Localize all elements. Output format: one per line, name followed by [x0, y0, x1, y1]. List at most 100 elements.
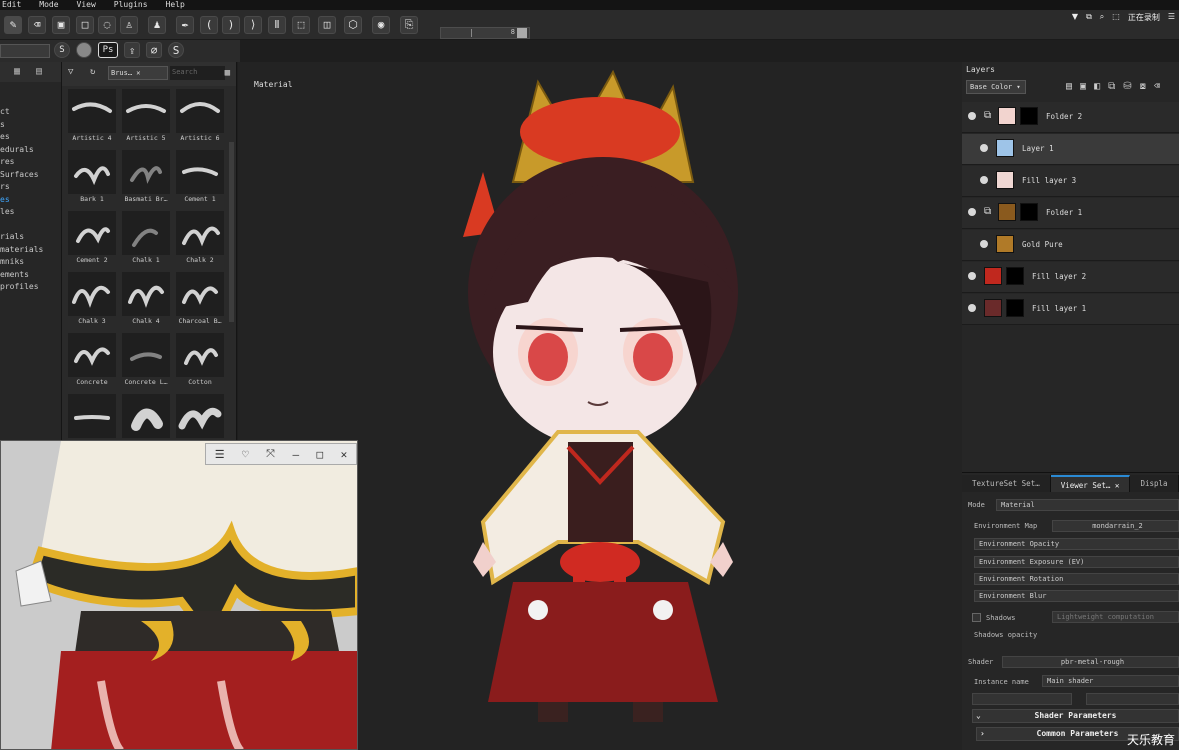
brush-preset[interactable]: Concrete L…	[120, 330, 172, 391]
maximize-icon[interactable]: ⬚	[1112, 12, 1120, 23]
visibility-eye-icon[interactable]	[980, 176, 988, 184]
paint-tool-icon[interactable]: ✎	[4, 16, 22, 34]
export-icon[interactable]: ⇪	[124, 42, 140, 58]
eraser-tool-icon[interactable]: ⌫	[28, 16, 46, 34]
menu-edit[interactable]: Edit	[2, 0, 21, 10]
menu-mode[interactable]: Mode	[39, 0, 58, 10]
shelf-list-icon[interactable]: ▤	[36, 66, 42, 77]
shelf-grid-icon[interactable]: ▦	[14, 66, 20, 77]
symmetry-toggle-icon[interactable]: )	[222, 16, 240, 34]
menu-view[interactable]: View	[77, 0, 96, 10]
visibility-eye-icon[interactable]	[968, 112, 976, 120]
view-mode-icon[interactable]: ◫	[318, 16, 336, 34]
display-mode-icon[interactable]: ◉	[372, 16, 390, 34]
shelf-category-item[interactable]: Surfaces	[0, 169, 61, 182]
shader-parameters-section[interactable]: ⌄ Shader Parameters	[972, 709, 1179, 723]
brush-preset[interactable]: Chalk 4	[120, 269, 172, 330]
dropdown-icon[interactable]: ▼	[1072, 12, 1078, 23]
substance-icon[interactable]: S	[54, 42, 70, 58]
layer-row[interactable]: Layer 1	[962, 134, 1179, 165]
delete-icon[interactable]: ⌫	[1154, 81, 1160, 92]
shelf-category-item[interactable]: edurals	[0, 144, 61, 157]
add-effect-icon[interactable]: ⧉	[1108, 81, 1115, 92]
grid-view-icon[interactable]: ▦	[225, 68, 230, 78]
close-icon[interactable]: ✕	[341, 448, 348, 461]
shelf-category-item[interactable]: rs	[0, 181, 61, 194]
brush-preset[interactable]: Chalk 3	[66, 269, 118, 330]
brush-preset[interactable]: Cotton	[174, 330, 226, 391]
polygon-fill-icon[interactable]: □	[76, 16, 94, 34]
smudge-tool-icon[interactable]: ◌	[98, 16, 116, 34]
brush-preset[interactable]: Chalk 2	[174, 208, 226, 269]
color-swatch-icon[interactable]	[517, 28, 527, 38]
env-rotation-slider[interactable]: Environment Rotation	[974, 573, 1179, 585]
shelf-category-item[interactable]: ct	[0, 106, 61, 119]
layer-row[interactable]: ⧉ Folder 1	[962, 198, 1179, 229]
brush-scrollbar[interactable]	[229, 142, 234, 322]
shelf-category-item[interactable]: res	[0, 156, 61, 169]
layer-mask-thumbnail[interactable]	[1006, 267, 1024, 285]
shelf-category-item[interactable]	[0, 219, 61, 232]
shelf-category-item[interactable]: ements	[0, 269, 61, 282]
pen-tool-icon[interactable]: ✒	[176, 16, 194, 34]
shelf-category-item-active[interactable]: es	[0, 194, 61, 207]
layer-row[interactable]: Fill layer 2	[962, 262, 1179, 293]
projection-tool-icon[interactable]: ▣	[52, 16, 70, 34]
camera-mode-icon[interactable]: ⬚	[292, 16, 310, 34]
shelf-filter-field[interactable]	[0, 44, 50, 58]
shelf-category-item[interactable]: les	[0, 206, 61, 219]
layer-mask-thumbnail[interactable]	[1020, 203, 1038, 221]
toolbar-slider[interactable]: 8	[440, 27, 530, 39]
visibility-eye-icon[interactable]	[968, 208, 976, 216]
screenshot-icon[interactable]: ⎘	[400, 16, 418, 34]
layer-mask-thumbnail[interactable]	[1020, 107, 1038, 125]
menu-help[interactable]: Help	[166, 0, 185, 10]
shelf-category-item[interactable]: s	[0, 119, 61, 132]
add-fill-layer-icon[interactable]: ▣	[1080, 81, 1086, 92]
search-icon[interactable]: ⌕	[1100, 12, 1104, 23]
visibility-eye-icon[interactable]	[980, 144, 988, 152]
photoshop-icon[interactable]: Ps	[98, 42, 118, 58]
brush-search-input[interactable]: Search	[170, 66, 225, 80]
clear-icon[interactable]: ⌀	[146, 42, 162, 58]
instance-name-input[interactable]: Main shader	[1042, 675, 1179, 687]
channel-dropdown[interactable]: Base Color ▾	[966, 80, 1026, 94]
add-folder-icon[interactable]: ⛁	[1123, 81, 1131, 92]
layer-mask-thumbnail[interactable]	[1006, 299, 1024, 317]
visibility-eye-icon[interactable]	[968, 272, 976, 280]
layer-row[interactable]: Gold Pure	[962, 230, 1179, 261]
shelf-category-item[interactable]: rials	[0, 231, 61, 244]
symmetry-icon[interactable]: (	[200, 16, 218, 34]
sphere-icon[interactable]	[76, 42, 92, 58]
visibility-eye-icon[interactable]	[968, 304, 976, 312]
shelf-category-item[interactable]: mniks	[0, 256, 61, 269]
clone-tool-icon[interactable]: ♙	[120, 16, 138, 34]
env-blur-slider[interactable]: Environment Blur	[974, 590, 1179, 602]
brush-preset[interactable]: Cement 2	[66, 208, 118, 269]
brush-preset[interactable]: Basmati Br…	[120, 147, 172, 208]
pin-icon[interactable]: ♡	[242, 448, 249, 461]
tab-viewer-settings[interactable]: Viewer Set… ✕	[1050, 475, 1131, 492]
brush-preset[interactable]: Cement 1	[174, 147, 226, 208]
maximize-icon[interactable]: □	[317, 448, 324, 461]
env-map-field[interactable]: mondarrain_2	[1052, 520, 1179, 532]
layer-row[interactable]: Fill layer 1	[962, 294, 1179, 325]
menu-plugins[interactable]: Plugins	[114, 0, 148, 10]
add-mask-icon[interactable]: ◧	[1094, 81, 1100, 92]
brush-preset[interactable]: Chalk 1	[120, 208, 172, 269]
shelf-category-item[interactable]: materials	[0, 244, 61, 257]
shadows-checkbox[interactable]	[972, 613, 981, 622]
visibility-eye-icon[interactable]	[980, 240, 988, 248]
shelf-category-item[interactable]: es	[0, 131, 61, 144]
stamp-tool-icon[interactable]: ♟	[148, 16, 166, 34]
layer-row[interactable]: Fill layer 3	[962, 166, 1179, 197]
substance-source-icon[interactable]: S	[168, 42, 184, 58]
mode-dropdown[interactable]: Material	[996, 499, 1179, 511]
env-exposure-slider[interactable]: Environment Exposure (EV)	[974, 556, 1179, 568]
menu-icon[interactable]: ☰	[1168, 12, 1175, 23]
tab-display[interactable]: Displa	[1130, 475, 1179, 492]
duplicate-icon[interactable]: ⧇	[1140, 81, 1146, 92]
brush-preset[interactable]: Artistic 6	[174, 86, 226, 147]
filter-icon[interactable]: ▽	[68, 67, 73, 77]
slider-handle[interactable]	[471, 29, 472, 37]
